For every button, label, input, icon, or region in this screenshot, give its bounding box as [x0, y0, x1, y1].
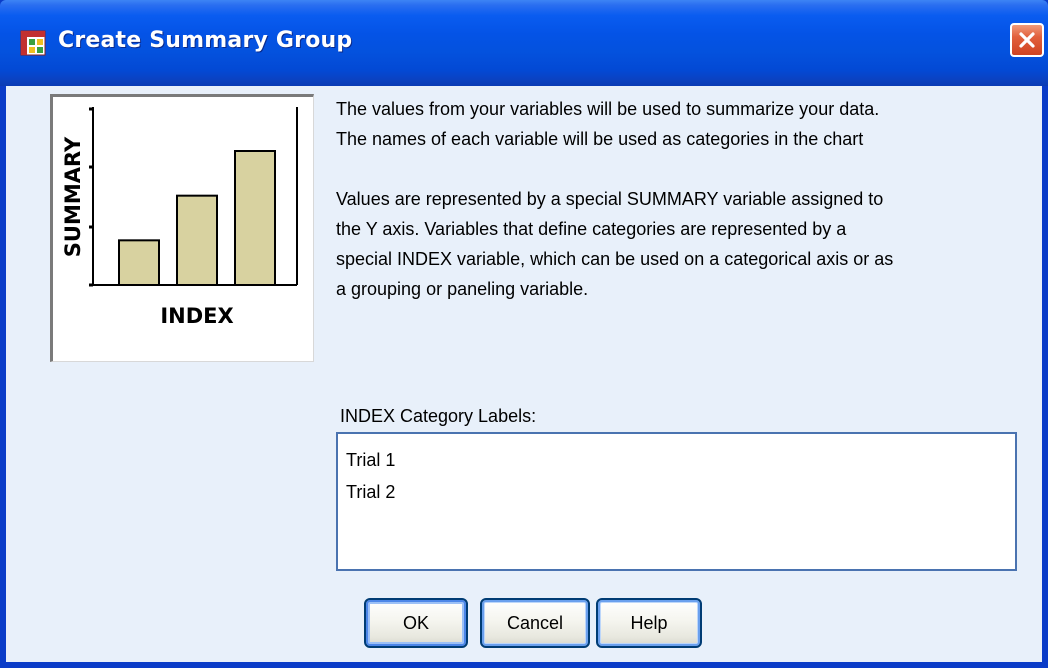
ok-button[interactable]: OK — [364, 598, 468, 648]
description-line: Values are represented by a special SUMM… — [336, 189, 884, 209]
chart-preview-graphic: SUMMARY INDEX — [61, 107, 298, 328]
window-title: Create Summary Group — [58, 28, 353, 53]
help-button[interactable]: Help — [596, 598, 702, 648]
close-icon — [1019, 32, 1035, 48]
preview-bar — [234, 150, 276, 286]
preview-bar — [176, 194, 218, 286]
cancel-button[interactable]: Cancel — [480, 598, 590, 648]
chart-preview: SUMMARY INDEX — [50, 94, 314, 362]
description-text: The values from your variables will be u… — [336, 94, 1026, 304]
description-line: the Y axis. Variables that define catego… — [336, 219, 847, 239]
description-line: a grouping or paneling variable. — [336, 279, 589, 299]
category-labels-listbox[interactable]: Trial 1 Trial 2 — [336, 432, 1017, 571]
dialog-body: SUMMARY INDEX The values from your varia… — [6, 86, 1042, 662]
preview-bar — [118, 239, 160, 286]
preview-y-axis-label: SUMMARY — [61, 136, 85, 257]
preview-x-axis-label: INDEX — [160, 304, 233, 328]
spreadsheet-grid-icon — [20, 30, 46, 56]
description-line: The values from your variables will be u… — [336, 99, 880, 119]
title-bar[interactable]: Create Summary Group — [0, 0, 1048, 86]
close-button[interactable] — [1010, 23, 1044, 57]
list-item[interactable]: Trial 2 — [338, 476, 1015, 508]
category-labels-caption: INDEX Category Labels: — [340, 406, 537, 426]
preview-bars — [118, 150, 276, 286]
description-line: special INDEX variable, which can be use… — [336, 249, 894, 269]
description-line: The names of each variable will be used … — [336, 129, 864, 149]
list-item[interactable]: Trial 1 — [338, 444, 1015, 476]
create-summary-group-dialog: Create Summary Group SUMMARY INDEX The v… — [0, 0, 1048, 668]
